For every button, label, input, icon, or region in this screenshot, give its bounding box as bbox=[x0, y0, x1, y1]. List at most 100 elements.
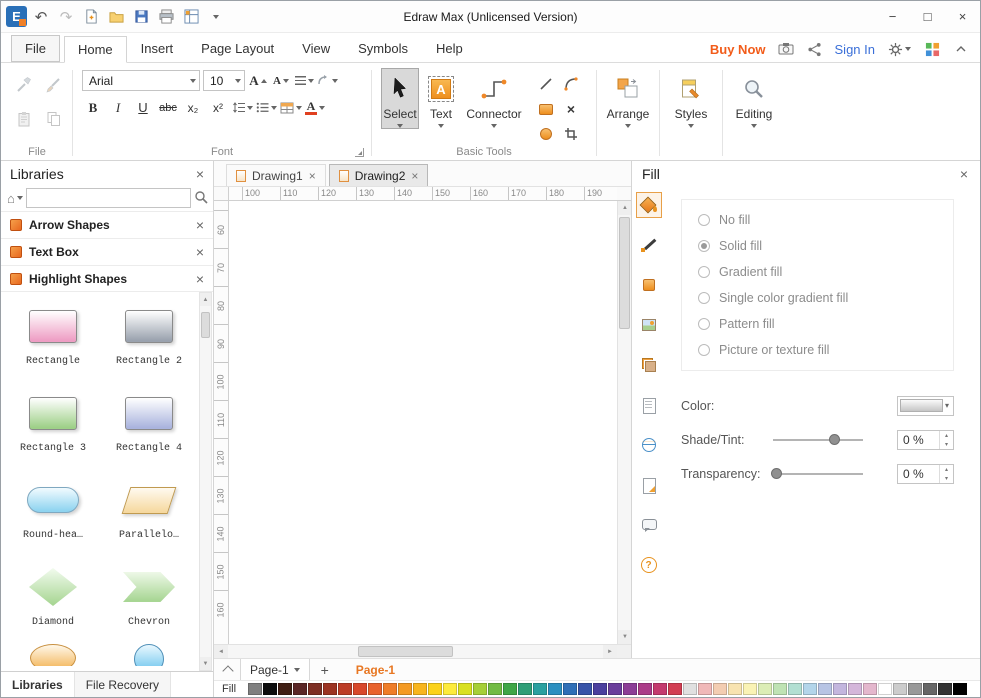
color-swatch[interactable] bbox=[533, 683, 547, 695]
color-swatch[interactable] bbox=[848, 683, 862, 695]
superscript-button[interactable]: x² bbox=[207, 97, 229, 118]
color-swatch[interactable] bbox=[368, 683, 382, 695]
scroll-left-icon[interactable]: ◄ bbox=[214, 645, 228, 659]
color-swatch[interactable] bbox=[608, 683, 622, 695]
scrollbar-thumb[interactable] bbox=[358, 646, 453, 657]
ribbon-tab[interactable]: View bbox=[288, 35, 344, 62]
slider-handle[interactable] bbox=[770, 467, 782, 479]
styles-button[interactable]: Styles bbox=[663, 68, 719, 158]
text-tool-button[interactable]: A Text bbox=[422, 68, 460, 129]
library-shape[interactable] bbox=[30, 644, 76, 666]
settings-gear-icon[interactable] bbox=[886, 40, 912, 58]
scroll-up-icon[interactable]: ▲ bbox=[618, 201, 632, 215]
color-swatch[interactable] bbox=[428, 683, 442, 695]
format-painter-icon[interactable] bbox=[11, 70, 37, 100]
add-page-button[interactable]: + bbox=[316, 662, 334, 678]
sign-in-link[interactable]: Sign In bbox=[835, 42, 875, 57]
spin-down-icon[interactable]: ▾ bbox=[940, 440, 953, 449]
color-swatch[interactable] bbox=[278, 683, 292, 695]
color-swatch[interactable] bbox=[458, 683, 472, 695]
document-tab[interactable]: Drawing2 bbox=[328, 164, 429, 186]
scrollbar-thumb[interactable] bbox=[619, 217, 630, 329]
library-shape[interactable]: Diamond bbox=[5, 565, 101, 640]
fill-icon[interactable] bbox=[635, 192, 662, 218]
font-size-select[interactable]: 10 bbox=[203, 70, 245, 91]
fill-option[interactable]: Pattern fill bbox=[698, 317, 937, 331]
color-swatch[interactable] bbox=[788, 683, 802, 695]
font-color-button[interactable]: A bbox=[305, 97, 325, 118]
ribbon-tab[interactable]: Insert bbox=[127, 35, 188, 62]
drawing-canvas[interactable] bbox=[229, 201, 617, 644]
ribbon-tab[interactable]: Help bbox=[422, 35, 477, 62]
color-swatch[interactable] bbox=[653, 683, 667, 695]
italic-button[interactable]: I bbox=[107, 97, 129, 118]
scrollbar-thumb[interactable] bbox=[201, 312, 210, 338]
color-swatch[interactable] bbox=[488, 683, 502, 695]
color-swatch[interactable] bbox=[443, 683, 457, 695]
color-swatch[interactable] bbox=[338, 683, 352, 695]
hyperlink-icon[interactable] bbox=[636, 432, 662, 458]
color-swatch[interactable] bbox=[473, 683, 487, 695]
library-shape[interactable]: Rectangle bbox=[5, 304, 101, 379]
scroll-up-icon[interactable]: ▲ bbox=[200, 293, 211, 306]
color-swatch[interactable] bbox=[353, 683, 367, 695]
color-swatch[interactable] bbox=[938, 683, 952, 695]
color-swatch[interactable] bbox=[578, 683, 592, 695]
attachment-icon[interactable] bbox=[636, 472, 662, 498]
page-setup-icon[interactable] bbox=[636, 392, 662, 418]
addons-icon[interactable] bbox=[923, 40, 941, 58]
color-swatch[interactable] bbox=[323, 683, 337, 695]
color-swatch[interactable] bbox=[248, 683, 262, 695]
color-swatch[interactable] bbox=[923, 683, 937, 695]
increase-font-button[interactable]: A bbox=[248, 70, 268, 91]
screenshot-icon[interactable] bbox=[777, 40, 795, 58]
close-button[interactable]: × bbox=[945, 1, 980, 32]
panel-bottom-tab[interactable]: Libraries bbox=[1, 672, 75, 697]
color-swatch[interactable] bbox=[623, 683, 637, 695]
strikethrough-button[interactable]: abc bbox=[157, 97, 179, 118]
color-swatch[interactable] bbox=[758, 683, 772, 695]
page-tab[interactable]: Page-1 bbox=[240, 659, 310, 680]
collapse-ribbon-icon[interactable] bbox=[952, 40, 970, 58]
select-tool-button[interactable]: Select bbox=[381, 68, 419, 129]
expand-strip-icon[interactable] bbox=[222, 665, 234, 677]
color-swatch[interactable] bbox=[668, 683, 682, 695]
library-section-header[interactable]: Arrow Shapes bbox=[1, 211, 213, 238]
library-section-header[interactable]: Highlight Shapes bbox=[1, 265, 213, 292]
arrange-button[interactable]: Arrange bbox=[600, 68, 656, 158]
fill-option[interactable]: Gradient fill bbox=[698, 265, 937, 279]
bullet-list-button[interactable] bbox=[256, 97, 277, 118]
library-section-close-icon[interactable] bbox=[196, 272, 204, 286]
library-shape[interactable]: Rectangle 2 bbox=[101, 304, 197, 379]
paste-icon[interactable] bbox=[11, 104, 37, 134]
slider-handle[interactable] bbox=[829, 433, 841, 445]
font-dialog-launcher-icon[interactable] bbox=[355, 148, 364, 157]
search-icon[interactable] bbox=[194, 190, 208, 207]
color-swatch[interactable] bbox=[713, 683, 727, 695]
undo-icon[interactable]: ↶ bbox=[30, 6, 52, 28]
library-shape[interactable]: Rectangle 4 bbox=[101, 391, 197, 466]
line-tool-icon[interactable] bbox=[534, 72, 558, 96]
color-swatch[interactable] bbox=[698, 683, 712, 695]
bold-button[interactable]: B bbox=[82, 97, 104, 118]
color-swatch[interactable] bbox=[878, 683, 892, 695]
line-spacing-button[interactable] bbox=[232, 97, 253, 118]
connector-tool-button[interactable]: Connector bbox=[463, 68, 525, 129]
ellipse-tool-icon[interactable] bbox=[534, 122, 558, 146]
fill-option[interactable]: No fill bbox=[698, 213, 937, 227]
maximize-button[interactable]: □ bbox=[910, 1, 945, 32]
minimize-button[interactable]: − bbox=[875, 1, 910, 32]
redo-icon[interactable]: ↷ bbox=[55, 6, 77, 28]
ribbon-tab[interactable]: Symbols bbox=[344, 35, 422, 62]
color-swatch[interactable] bbox=[953, 683, 967, 695]
fill-option[interactable]: Solid fill bbox=[698, 239, 937, 253]
library-shape[interactable]: Rectangle 3 bbox=[5, 391, 101, 466]
text-rotate-button[interactable] bbox=[317, 70, 338, 91]
libraries-close-icon[interactable] bbox=[196, 167, 204, 181]
library-section-header[interactable]: Text Box bbox=[1, 238, 213, 265]
brush-icon[interactable] bbox=[41, 70, 67, 100]
color-swatch[interactable] bbox=[383, 683, 397, 695]
rectangle-tool-icon[interactable] bbox=[534, 97, 558, 121]
shade-tint-spinner[interactable]: 0 % ▴ ▾ bbox=[897, 429, 954, 450]
comment-icon[interactable] bbox=[636, 512, 662, 538]
